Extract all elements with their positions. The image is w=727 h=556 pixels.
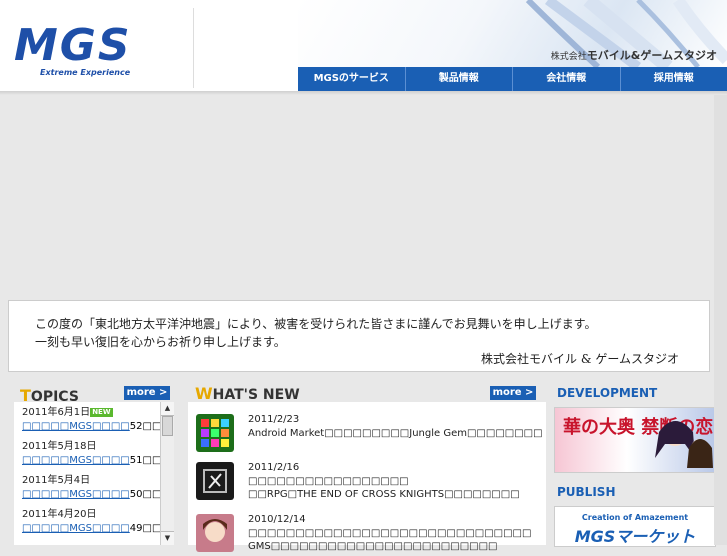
news-date: 2011/2/23 [248, 414, 299, 425]
news-text[interactable]: □□□□□□□□□□□□□□□□□ [248, 476, 409, 487]
nav-services[interactable]: MGSのサービス [298, 67, 405, 91]
nav-recruit[interactable]: 採用情報 [620, 67, 727, 91]
topic-date: 2011年5月18日 [22, 441, 97, 452]
whats-new-more-button[interactable]: more > [490, 386, 536, 400]
nav-products[interactable]: 製品情報 [405, 67, 513, 91]
publish-banner-title: MGSマーケット [555, 523, 715, 547]
condolence-line-2: 一刻も早い復旧を心からお祈り申し上げます。 [35, 333, 286, 350]
topic-date: 2011年6月1日 [22, 407, 90, 418]
site-header: MGS Extreme Experience 株式会社モバイル&ゲームスタジオ … [0, 0, 727, 92]
topics-list: 2011年6月1日NEW □□□□□MGS□□□□52□□□□□□□□□ 201… [14, 402, 174, 545]
whats-new-heading-initial: W [195, 384, 213, 403]
logo-text: MGS [14, 26, 132, 66]
news-date: 2011/2/16 [248, 462, 299, 473]
condolence-message: この度の「東北地方太平洋沖地震」により、被害を受けられた皆さまに謹んでお見舞いを… [8, 300, 710, 372]
company-name-text: モバイル&ゲームスタジオ [587, 49, 717, 62]
sword-emblem-icon [196, 462, 234, 500]
nav-company[interactable]: 会社情報 [512, 67, 620, 91]
scroll-up-arrow-icon[interactable]: ▲ [161, 402, 174, 416]
topic-text: 52□□□□□□□□□ [130, 421, 162, 432]
topic-link[interactable]: □□□□□MGS□□□□ [22, 489, 130, 500]
whats-new-list: 2011/2/23 Android Market□□□□□□□□□Jungle … [188, 402, 546, 545]
topics-more-button[interactable]: more > [124, 386, 170, 400]
development-banner-art [555, 408, 715, 472]
jungle-gem-thumbnail-icon[interactable] [196, 414, 234, 452]
header-divider [0, 91, 727, 95]
whats-new-heading: WHAT'S NEW [195, 384, 300, 403]
news-text[interactable]: Android Market□□□□□□□□□Jungle Gem□□□□□□□… [248, 428, 543, 439]
development-banner[interactable]: 華の大奥 禁断の恋 [554, 407, 716, 473]
list-item: 2011年4月20日 □□□□□MGS□□□□49□□□□□□□□□ [22, 508, 162, 536]
topic-link[interactable]: □□□□□MGS□□□□ [22, 455, 130, 466]
right-margin [714, 95, 727, 545]
list-item: 2011年6月1日NEW □□□□□MGS□□□□52□□□□□□□□□ [22, 406, 162, 434]
whats-new-heading-rest: HAT'S NEW [213, 387, 300, 403]
topic-link[interactable]: □□□□□MGS□□□□ [22, 523, 130, 534]
main-nav: MGSのサービス 製品情報 会社情報 採用情報 [298, 67, 727, 91]
scroll-down-arrow-icon[interactable]: ▼ [161, 531, 174, 545]
header-banner: 株式会社モバイル&ゲームスタジオ [298, 0, 727, 67]
character-thumbnail-icon[interactable] [196, 514, 234, 552]
cross-knights-thumbnail-icon[interactable] [196, 462, 234, 500]
topics-scrollbar[interactable]: ▲ ▼ [160, 402, 174, 545]
company-name: 株式会社モバイル&ゲームスタジオ [551, 47, 717, 63]
news-text[interactable]: □□RPG□THE END OF CROSS KNIGHTS□□□□□□□□ [248, 489, 520, 500]
topic-date: 2011年5月4日 [22, 475, 90, 486]
topic-link[interactable]: □□□□□MGS□□□□ [22, 421, 130, 432]
topic-text: 49□□□□□□□□□ [130, 523, 162, 534]
condolence-signature: 株式会社モバイル & ゲームスタジオ [481, 350, 679, 367]
list-item: 2011年5月4日 □□□□□MGS□□□□50□□□□□□□□□ [22, 474, 162, 502]
publish-heading: PUBLISH [557, 485, 615, 499]
topic-date: 2011年4月20日 [22, 509, 97, 520]
company-prefix: 株式会社 [551, 52, 587, 62]
gem-grid-icon [196, 414, 234, 452]
topic-text: 50□□□□□□□□□ [130, 489, 162, 500]
logo[interactable]: MGS Extreme Experience [0, 8, 194, 88]
news-date: 2010/12/14 [248, 514, 306, 525]
new-badge: NEW [90, 408, 112, 417]
topic-text: 51□□□□□□□□□ [130, 455, 162, 466]
logo-tagline: Extreme Experience [40, 68, 130, 77]
character-face-icon [196, 514, 234, 552]
publish-banner[interactable]: Creation of Amazement MGSマーケット [554, 506, 716, 547]
condolence-line-1: この度の「東北地方太平洋沖地震」により、被害を受けられた皆さまに謹んでお見舞いを… [35, 315, 596, 332]
list-item: 2011年5月18日 □□□□□MGS□□□□51□□□□□□□□□ [22, 440, 162, 468]
development-heading: DEVELOPMENT [557, 386, 657, 400]
news-text[interactable]: □□□□□□□□□□□□□□□□□□□□□□□□□□□□□□ [248, 528, 531, 539]
publish-banner-subtitle: Creation of Amazement [555, 513, 715, 522]
scroll-thumb[interactable] [162, 416, 173, 436]
news-text[interactable]: GMS□□□□□□□□□□□□□□□□□□□□□□□□ [248, 541, 497, 552]
